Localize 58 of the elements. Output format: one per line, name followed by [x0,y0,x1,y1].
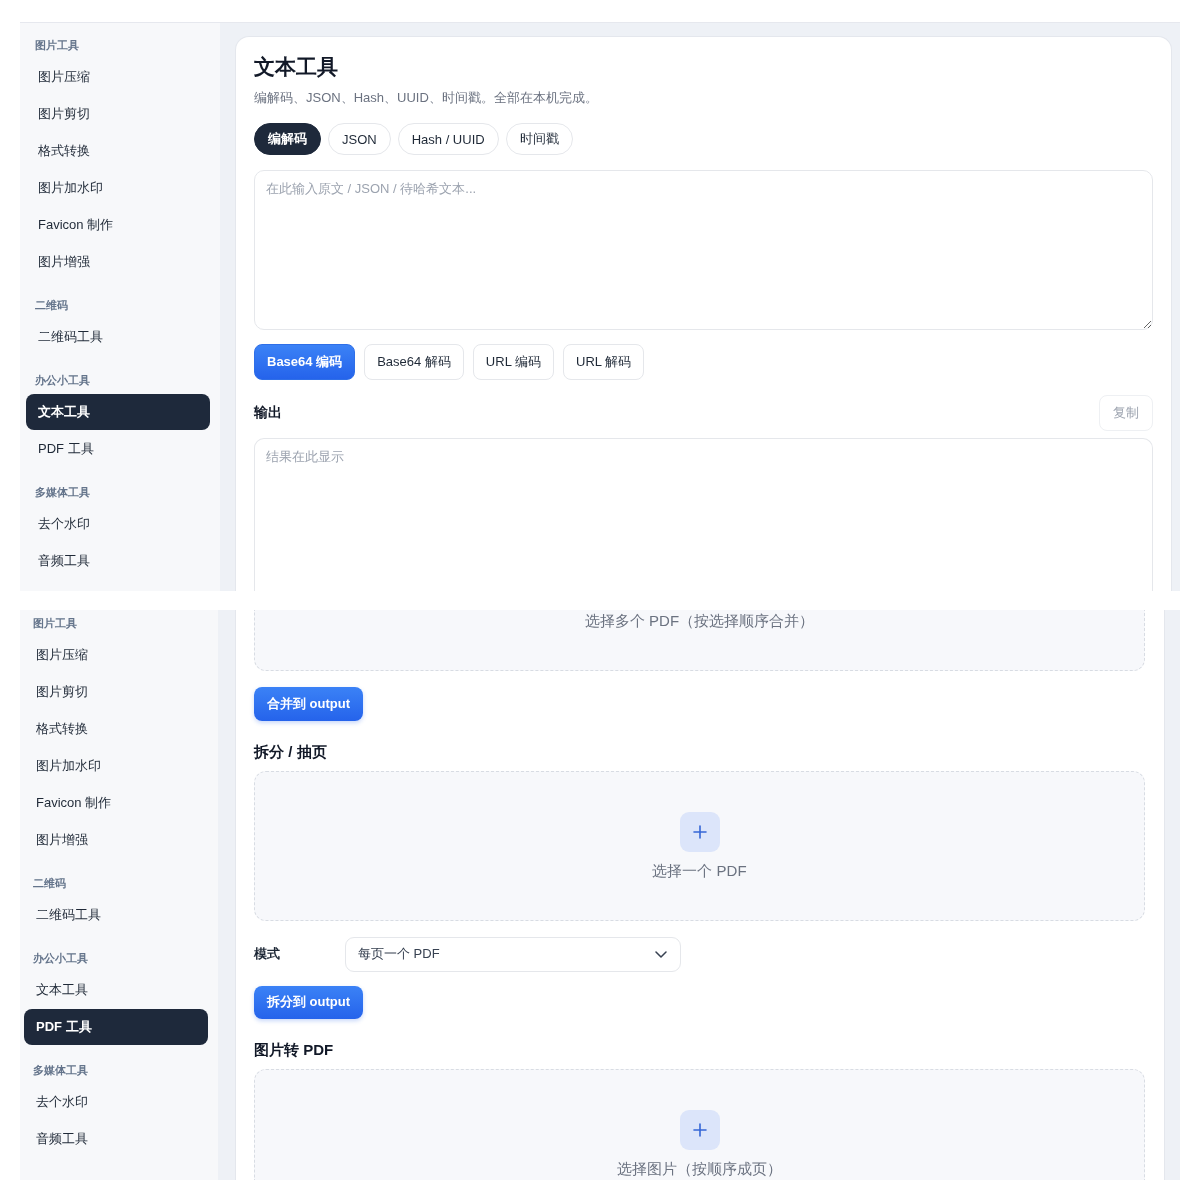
mode-select[interactable]: 每页一个 PDF [345,936,681,972]
sidebar-item[interactable]: 文本工具 [26,394,210,430]
sidebar-item[interactable]: 图片剪切 [24,674,208,710]
file-dropzone[interactable]: 选择多个 PDF（按选择顺序合并） [254,610,1145,671]
output-label: 输出 [254,404,282,422]
plus-icon [679,811,720,852]
sidebar-item[interactable]: 音频工具 [24,1121,208,1157]
tab[interactable]: 编解码 [254,123,321,155]
sidebar-item[interactable]: 图片加水印 [24,748,208,784]
input-field[interactable]: 在此输入原文 / JSON / 待哈希文本... [254,170,1153,330]
sidebar-item[interactable]: 图片压缩 [26,59,210,95]
tab[interactable]: 时间戳 [505,123,573,155]
section-heading: 拆分 / 抽页 [254,741,327,762]
tab[interactable]: Hash / UUID [397,123,499,155]
output-field[interactable]: 结果在此显示 [254,438,1153,591]
sidebar-item[interactable]: 文本工具 [24,972,208,1008]
sidebar-item[interactable]: 二维码工具 [26,319,210,355]
action-button[interactable]: URL 解码 [563,344,645,380]
sidebar-item[interactable]: 图片压缩 [24,637,208,673]
primary-button[interactable]: 拆分到 output [254,985,364,1019]
sidebar-item[interactable]: Favicon 制作 [26,207,210,243]
sidebar-item[interactable]: Favicon 制作 [24,785,208,821]
sidebar-item[interactable]: PDF 工具 [24,1009,208,1045]
sidebar-item[interactable]: 图片加水印 [26,170,210,206]
page-subtitle: 编解码、JSON、Hash、UUID、时间戳。全部在本机完成。 [254,89,598,107]
dropzone-label: 选择多个 PDF（按选择顺序合并） [584,611,815,631]
action-button[interactable]: URL 编码 [472,344,554,380]
plus-icon [679,1110,720,1150]
action-button[interactable]: Base64 编码 [254,344,356,380]
action-button[interactable]: Base64 解码 [364,344,464,380]
sidebar-section-title: 二维码 [32,876,67,891]
sidebar-item[interactable]: 二维码工具 [24,897,208,933]
sidebar-item[interactable]: 格式转换 [24,711,208,747]
field-label: 模式 [254,945,281,963]
chevron-down-icon [655,950,667,958]
sidebar-item[interactable]: 去个水印 [26,506,210,542]
sidebar-item[interactable]: 图片增强 [26,244,210,280]
section-heading: 图片转 PDF [254,1040,334,1060]
sidebar-item[interactable]: 音频工具 [26,543,210,579]
sidebar-item[interactable]: 去个水印 [24,1084,208,1120]
page-title: 文本工具 [254,54,338,80]
sidebar-section-title: 二维码 [34,298,69,313]
dropzone-label: 选择图片（按顺序成页） [617,1159,782,1179]
sidebar-item[interactable]: 图片剪切 [26,96,210,132]
sidebar-section-title: 办公小工具 [32,951,89,966]
sidebar-section-title: 图片工具 [34,38,80,53]
file-dropzone[interactable]: 选择一个 PDF [254,770,1145,921]
sidebar-section-title: 办公小工具 [34,373,91,388]
sidebar-item[interactable]: 图片增强 [24,822,208,858]
sidebar-section-title: 图片工具 [32,616,78,631]
sidebar-section-title: 多媒体工具 [34,485,91,500]
dropzone-label: 选择一个 PDF [652,860,747,881]
tab[interactable]: JSON [328,123,391,155]
sidebar-section-title: 多媒体工具 [32,1063,89,1078]
sidebar-item[interactable]: PDF 工具 [26,431,210,467]
file-dropzone[interactable]: 选择图片（按顺序成页） [254,1069,1145,1180]
primary-button[interactable]: 合并到 output [254,687,364,721]
sidebar-item[interactable]: 格式转换 [26,133,210,169]
